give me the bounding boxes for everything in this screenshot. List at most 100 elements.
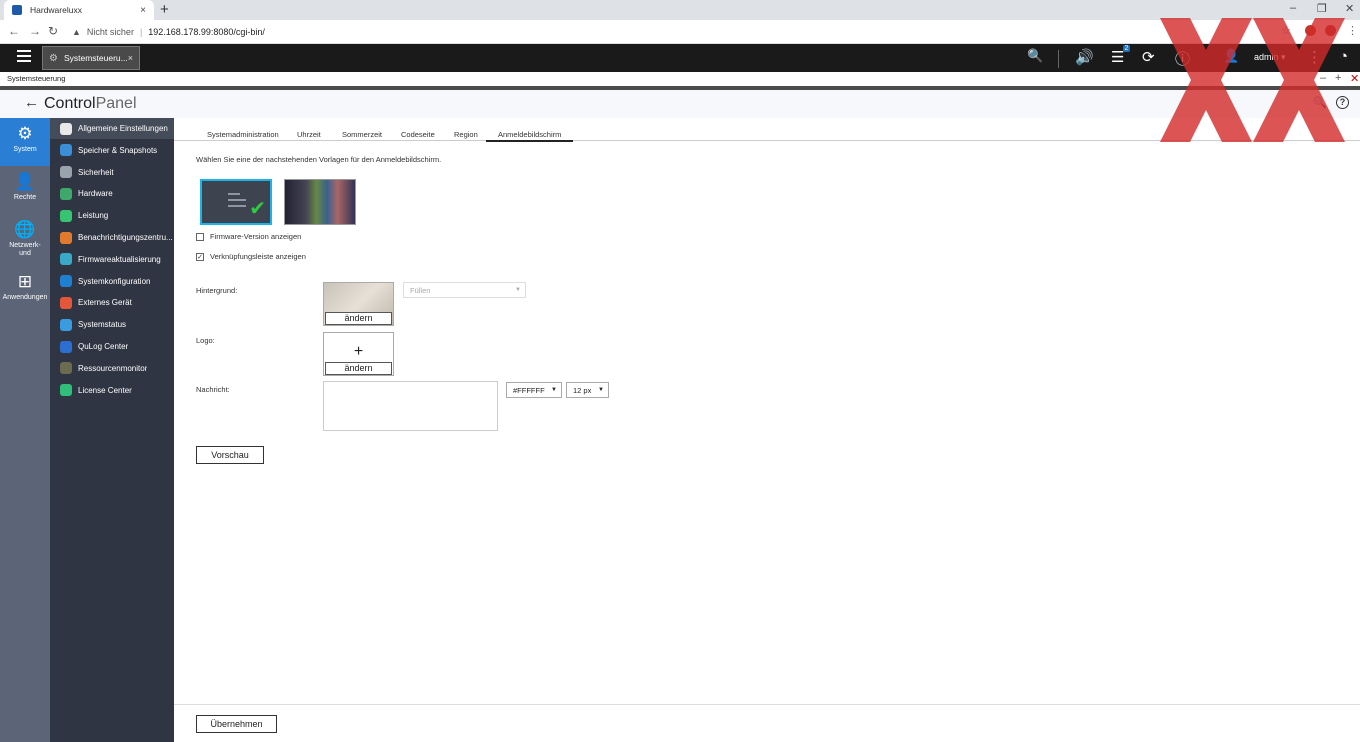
template-thumbnail-photowall[interactable] [284,179,356,225]
minimize-icon[interactable]: – [1290,2,1296,14]
window-minimize-icon[interactable]: – [1320,72,1326,84]
new-tab-icon[interactable]: + [160,1,169,18]
template-thumbnail-classic[interactable]: ✔ [200,179,272,225]
sidebar-item-12[interactable]: License Center [50,380,174,401]
checkbox-label: Firmware-Version anzeigen [210,232,302,241]
browser-menu-icon[interactable]: ⋮ [1347,24,1358,37]
sidebar-item-11[interactable]: Ressourcenmonitor [50,358,174,379]
selected-check-icon: ✔ [249,198,266,220]
tab-uhrzeit[interactable]: Uhrzeit [297,130,321,139]
footer-bar: Übernehmen [174,704,1360,742]
background-label: Hintergrund: [196,286,238,295]
address-row: ← → ↻ ▲ Nicht sicher | 192.168.178.99:80… [0,20,1360,44]
checkbox-checked[interactable]: ✓ [196,252,204,261]
back-arrow-icon[interactable]: ← [24,94,39,111]
sidebar-item-8[interactable]: Externes Gerät [50,292,174,313]
volume-icon[interactable]: 🔊 [1075,48,1094,66]
background-image-picker[interactable]: ändern [323,282,394,326]
rail-item-system[interactable]: ⚙ System [0,118,50,166]
sidebar-item-3[interactable]: Hardware [50,183,174,204]
chevron-down-icon: ▼ [598,387,604,393]
dashboard-icon[interactable]: ◔ [1339,48,1348,65]
profile-avatar[interactable] [1325,25,1336,36]
app-tab-title: Systemsteueru... [63,53,128,63]
checkbox-unchecked[interactable] [196,232,204,241]
logo-image-picker[interactable]: + ändern [323,332,394,376]
change-background-button[interactable]: ändern [325,312,392,325]
reload-icon[interactable]: ↻ [48,24,58,38]
rail-label: Rechte [13,194,37,201]
tasks-glyph: ☰ [1111,49,1125,66]
sidebar-item-label: Systemstatus [78,320,127,330]
sidebar-item-label: Leistung [78,211,109,221]
more-icon[interactable]: ⋮ [1307,48,1322,66]
tab-sommerzeit[interactable]: Sommerzeit [342,130,382,139]
sidebar-item-10[interactable]: QuLog Center [50,336,174,357]
restore-icon[interactable]: ❐ [1317,2,1327,15]
font-color-select[interactable]: #FFFFFF ▼ [506,382,562,398]
sidebar-item-1[interactable]: Speicher & Snapshots [50,140,174,161]
font-size-select[interactable]: 12 px ▼ [566,382,609,398]
rail-item-applications[interactable]: ⊞ Anwendungen [0,266,50,314]
rail-label: Netzwerk- und [9,242,41,257]
sidebar-item-icon [60,318,72,331]
tab-region[interactable]: Region [454,130,478,139]
apply-button[interactable]: Übernehmen [196,715,277,733]
change-logo-button[interactable]: ändern [325,362,392,375]
rail-item-rights[interactable]: 👤 Rechte [0,166,50,214]
tab-anmeldebildschirm[interactable]: Anmeldebildschirm [486,130,574,142]
thumb-line [228,193,240,195]
sidebar-item-label: Ressourcenmonitor [78,363,148,373]
forward-icon[interactable]: → [29,24,41,38]
user-menu[interactable]: admin ▾ [1254,52,1286,63]
window-titlebar: Systemsteuerung – + ✕ [0,72,1360,86]
url-text[interactable]: 192.168.178.99:8080/cgi-bin/ [148,27,265,37]
user-icon[interactable]: 👤 [1223,48,1239,64]
browser-tab[interactable]: Hardwareluxx × [4,0,154,20]
close-app-tab-icon[interactable]: × [128,53,133,63]
info-icon[interactable]: ⓘ [1175,48,1190,69]
topbar-divider [1058,50,1059,68]
help-icon[interactable]: ? [1336,96,1349,109]
sidebar-item-icon [60,296,72,309]
tasks-badge: 2 [1122,45,1131,52]
sync-icon[interactable]: ⟳ [1142,48,1155,66]
sidebar-item-icon [60,209,72,222]
window-close-icon[interactable]: ✕ [1350,72,1359,85]
main-menu-icon[interactable] [17,50,31,62]
message-textarea[interactable] [323,381,498,431]
address-bar[interactable]: ▲ Nicht sicher | 192.168.178.99:8080/cgi… [72,23,265,41]
sidebar-item-7[interactable]: Systemkonfiguration [50,271,174,292]
sidebar-item-icon [60,275,72,288]
sidebar-item-5[interactable]: Benachrichtigungszentru... [50,227,174,248]
bookmark-star-icon[interactable]: ☆ [1281,24,1291,37]
sidebar-item-6[interactable]: Firmwareaktualisierung [50,249,174,270]
font-size-value: 12 px [573,385,592,395]
sidebar-item-2[interactable]: Sicherheit [50,162,174,183]
chevron-down-icon: ▼ [515,287,521,293]
sidebar-item-9[interactable]: Systemstatus [50,314,174,335]
firmware-version-checkbox[interactable]: Firmware-Version anzeigen [196,232,301,241]
warning-icon: ▲ [72,27,81,37]
close-window-icon[interactable]: ✕ [1345,2,1354,15]
user-icon: 👤 [14,172,36,191]
rail-item-network[interactable]: 🌐 Netzwerk- und [0,214,50,266]
sidebar-item-label: License Center [78,385,132,395]
sidebar-item-4[interactable]: Leistung [50,205,174,226]
app-tab-controlpanel[interactable]: ⚙ Systemsteueru... × [42,46,140,70]
background-tasks-icon[interactable]: ☰ 2 [1111,45,1131,66]
link-bar-checkbox[interactable]: ✓ Verknüpfungsleiste anzeigen [196,252,306,261]
tab-systemadministration[interactable]: Systemadministration [207,130,279,139]
close-tab-icon[interactable]: × [140,5,146,16]
preview-button[interactable]: Vorschau [196,446,264,464]
extension-icon[interactable] [1305,25,1316,36]
tab-codeseite[interactable]: Codeseite [401,130,435,139]
window-maximize-icon[interactable]: + [1335,72,1341,84]
sidebar-item-0[interactable]: Allgemeine Einstellungen [50,118,174,139]
back-icon[interactable]: ← [8,24,20,38]
sidebar-item-icon [60,166,72,179]
search-icon[interactable]: 🔍 [1027,48,1043,64]
logo-label: Logo: [196,336,215,345]
browser-tab-title: Hardwareluxx [30,5,82,15]
header-search-icon[interactable]: 🔍 [1313,96,1327,109]
